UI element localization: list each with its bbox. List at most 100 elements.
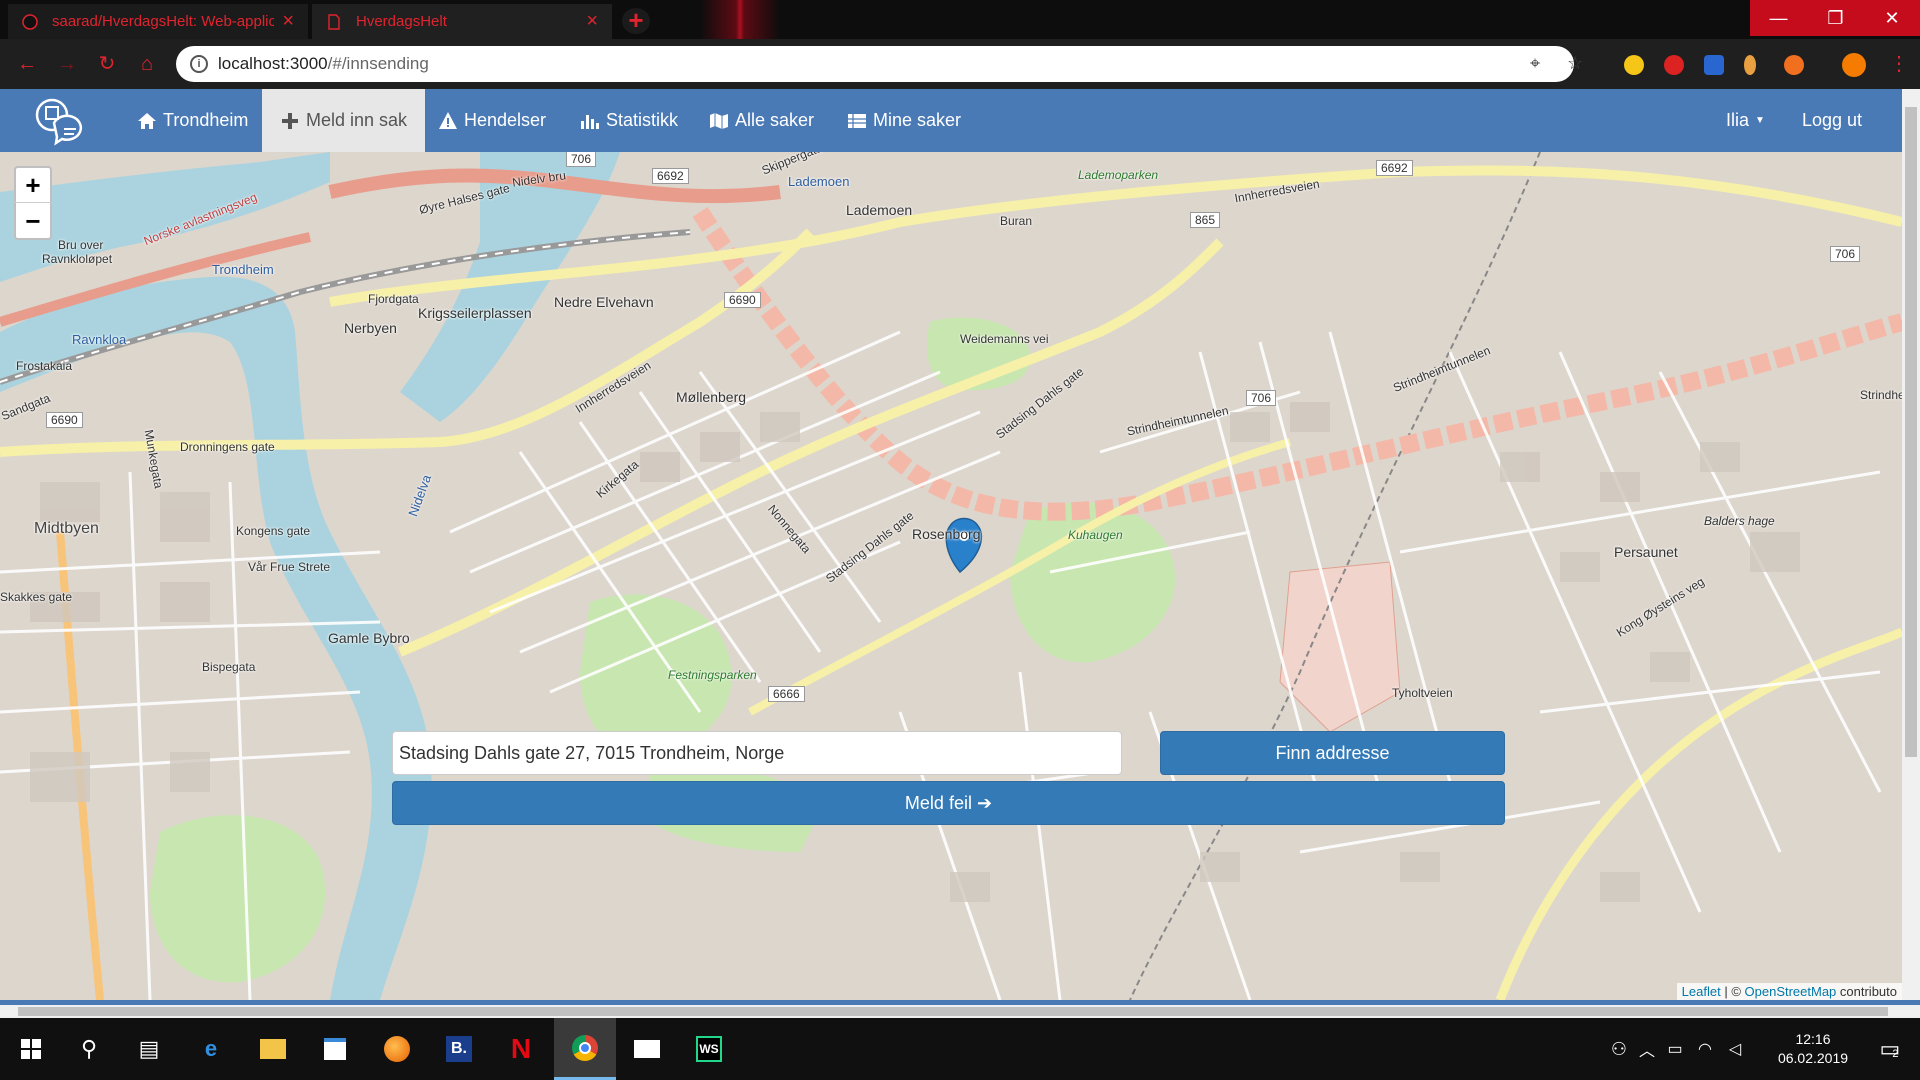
- map-attribution: Leaflet | © OpenStreetMap contributo: [1676, 983, 1902, 1000]
- logout-link[interactable]: Logg ut: [1784, 89, 1880, 152]
- close-window-button[interactable]: ✕: [1864, 0, 1920, 36]
- address-bar[interactable]: i localhost:3000/#/innsending ⌖ ☆: [176, 46, 1583, 82]
- map-view[interactable]: + − Trondheim Norske avlastningsveg Bru …: [0, 152, 1902, 1000]
- windows-taskbar: ⚲ ▤ e B. N WS ⚇ ︿ ▭ ◠ ◁ 12:16 06.02.2019…: [0, 1018, 1920, 1080]
- adblock-icon[interactable]: [1664, 55, 1684, 75]
- map-label: Fjordgata: [368, 292, 419, 306]
- edge-icon[interactable]: e: [180, 1018, 242, 1080]
- map-label: Rosenborg: [912, 526, 981, 542]
- leaflet-link[interactable]: Leaflet: [1682, 984, 1721, 999]
- user-menu[interactable]: Ilia ▼: [1708, 89, 1783, 152]
- zoom-out-button[interactable]: −: [14, 202, 52, 240]
- notifications-icon[interactable]: ▭ 2: [1858, 1018, 1920, 1080]
- nav-trondheim[interactable]: Trondheim: [119, 89, 266, 152]
- map-label: Nedre Elvehavn: [554, 294, 654, 310]
- map-label: Weidemanns vei: [960, 332, 1049, 346]
- attribution-separator: | ©: [1720, 984, 1745, 999]
- close-tab-icon[interactable]: ×: [282, 10, 294, 33]
- store-icon[interactable]: [304, 1018, 366, 1080]
- home-icon: [138, 112, 156, 129]
- reload-icon[interactable]: ↻: [94, 51, 120, 77]
- vertical-scrollbar[interactable]: [1902, 89, 1920, 1010]
- nav-hendelser[interactable]: Hendelser: [420, 89, 564, 152]
- horizontal-scrollbar[interactable]: [0, 1000, 1920, 1018]
- new-tab-button[interactable]: +: [622, 7, 650, 34]
- nav-label: Statistikk: [606, 110, 679, 130]
- extension-icon[interactable]: [1744, 55, 1756, 75]
- tab-strip-decoration: [700, 0, 780, 39]
- bookmark-star-icon[interactable]: ☆: [1567, 53, 1583, 74]
- app-navbar: Trondheim Meld inn sak Hendelser Statist…: [0, 89, 1902, 152]
- netflix-icon[interactable]: N: [490, 1018, 552, 1080]
- mail-icon[interactable]: [616, 1018, 678, 1080]
- home-icon[interactable]: ⌂: [134, 51, 160, 77]
- volume-icon[interactable]: ◁: [1720, 1018, 1750, 1080]
- extension-icon[interactable]: [1784, 55, 1804, 75]
- tab-github[interactable]: saarad/HverdagsHelt: Web-applic ×: [8, 4, 308, 39]
- task-view-icon[interactable]: ▤: [118, 1018, 180, 1080]
- report-issue-button[interactable]: Meld feil ➔: [392, 781, 1505, 825]
- wifi-icon[interactable]: ◠: [1690, 1018, 1720, 1080]
- profile-icon[interactable]: [1842, 53, 1866, 77]
- search-icon[interactable]: ⚲: [58, 1018, 120, 1080]
- address-input[interactable]: [392, 731, 1122, 775]
- map-label: Vår Frue Strete: [248, 560, 331, 574]
- restore-button[interactable]: ❐: [1807, 0, 1864, 36]
- close-tab-icon[interactable]: ×: [586, 10, 598, 33]
- tray-expand-icon[interactable]: ︿: [1632, 1018, 1662, 1080]
- battery-icon[interactable]: ▭: [1660, 1018, 1690, 1080]
- location-icon[interactable]: ⌖: [1530, 53, 1540, 74]
- file-explorer-icon[interactable]: [242, 1018, 304, 1080]
- logout-label: Logg ut: [1802, 110, 1863, 130]
- road-shield: 6690: [724, 292, 761, 308]
- nav-label: Hendelser: [464, 110, 547, 130]
- zoom-in-button[interactable]: +: [14, 166, 52, 204]
- map-label: Ravnkloa: [72, 332, 127, 347]
- map-label: Lademoen: [846, 202, 913, 218]
- nav-label: Meld inn sak: [306, 110, 408, 130]
- shield-extension-icon[interactable]: [1704, 55, 1724, 75]
- map-label: Kuhaugen: [1068, 528, 1123, 542]
- warning-icon: [439, 111, 457, 129]
- road-shield: 6692: [652, 168, 689, 184]
- nav-label: Mine saker: [873, 110, 962, 130]
- caret-down-icon: ▼: [1755, 115, 1765, 126]
- map-label: Buran: [1000, 214, 1033, 228]
- nav-alle-saker[interactable]: Alle saker: [691, 89, 832, 152]
- scrollbar-thumb[interactable]: [1905, 107, 1917, 757]
- document-icon: [328, 13, 340, 30]
- openstreetmap-link[interactable]: OpenStreetMap: [1745, 984, 1837, 999]
- arrow-right-icon: ➔: [976, 793, 993, 813]
- windows-start-icon[interactable]: [0, 1018, 62, 1080]
- nav-meld-inn-sak[interactable]: Meld inn sak: [262, 89, 426, 152]
- url-host: localhost:3000: [218, 54, 328, 73]
- road-shield: 6690: [46, 412, 83, 428]
- webstorm-icon[interactable]: WS: [678, 1018, 740, 1080]
- find-address-button[interactable]: Finn addresse: [1160, 731, 1505, 775]
- minimize-button[interactable]: —: [1750, 0, 1807, 36]
- clock-date: 06.02.2019: [1777, 1050, 1849, 1066]
- map-icon: [710, 112, 728, 129]
- attribution-text: contributo: [1836, 984, 1897, 999]
- url-text[interactable]: localhost:3000/#/innsending: [218, 54, 429, 74]
- info-icon[interactable]: i: [190, 55, 208, 73]
- road-shield: 6692: [1376, 160, 1413, 176]
- road-shield: 865: [1190, 212, 1221, 228]
- clock[interactable]: 12:16 06.02.2019: [1768, 1030, 1858, 1068]
- scrollbar-thumb[interactable]: [18, 1007, 1888, 1016]
- logo-icon[interactable]: [32, 95, 84, 147]
- map-label: Ravnkloløpet: [42, 252, 113, 266]
- browser-tab-strip: saarad/HverdagsHelt: Web-applic × Hverda…: [0, 0, 1920, 39]
- firefox-icon[interactable]: [366, 1018, 428, 1080]
- back-icon[interactable]: ←: [14, 51, 40, 77]
- extension-icon[interactable]: [1624, 55, 1644, 75]
- plus-icon: [282, 112, 298, 129]
- nav-mine-saker[interactable]: Mine saker: [829, 89, 979, 152]
- nav-statistikk[interactable]: Statistikk: [562, 89, 696, 152]
- map-label: Skakkes gate: [0, 590, 73, 604]
- chrome-icon[interactable]: [554, 1018, 616, 1080]
- menu-icon[interactable]: ⋮: [1886, 51, 1912, 77]
- booking-icon[interactable]: B.: [428, 1018, 490, 1080]
- tab-hverdagshelt[interactable]: HverdagsHelt ×: [312, 4, 612, 39]
- forward-icon[interactable]: →: [54, 51, 80, 77]
